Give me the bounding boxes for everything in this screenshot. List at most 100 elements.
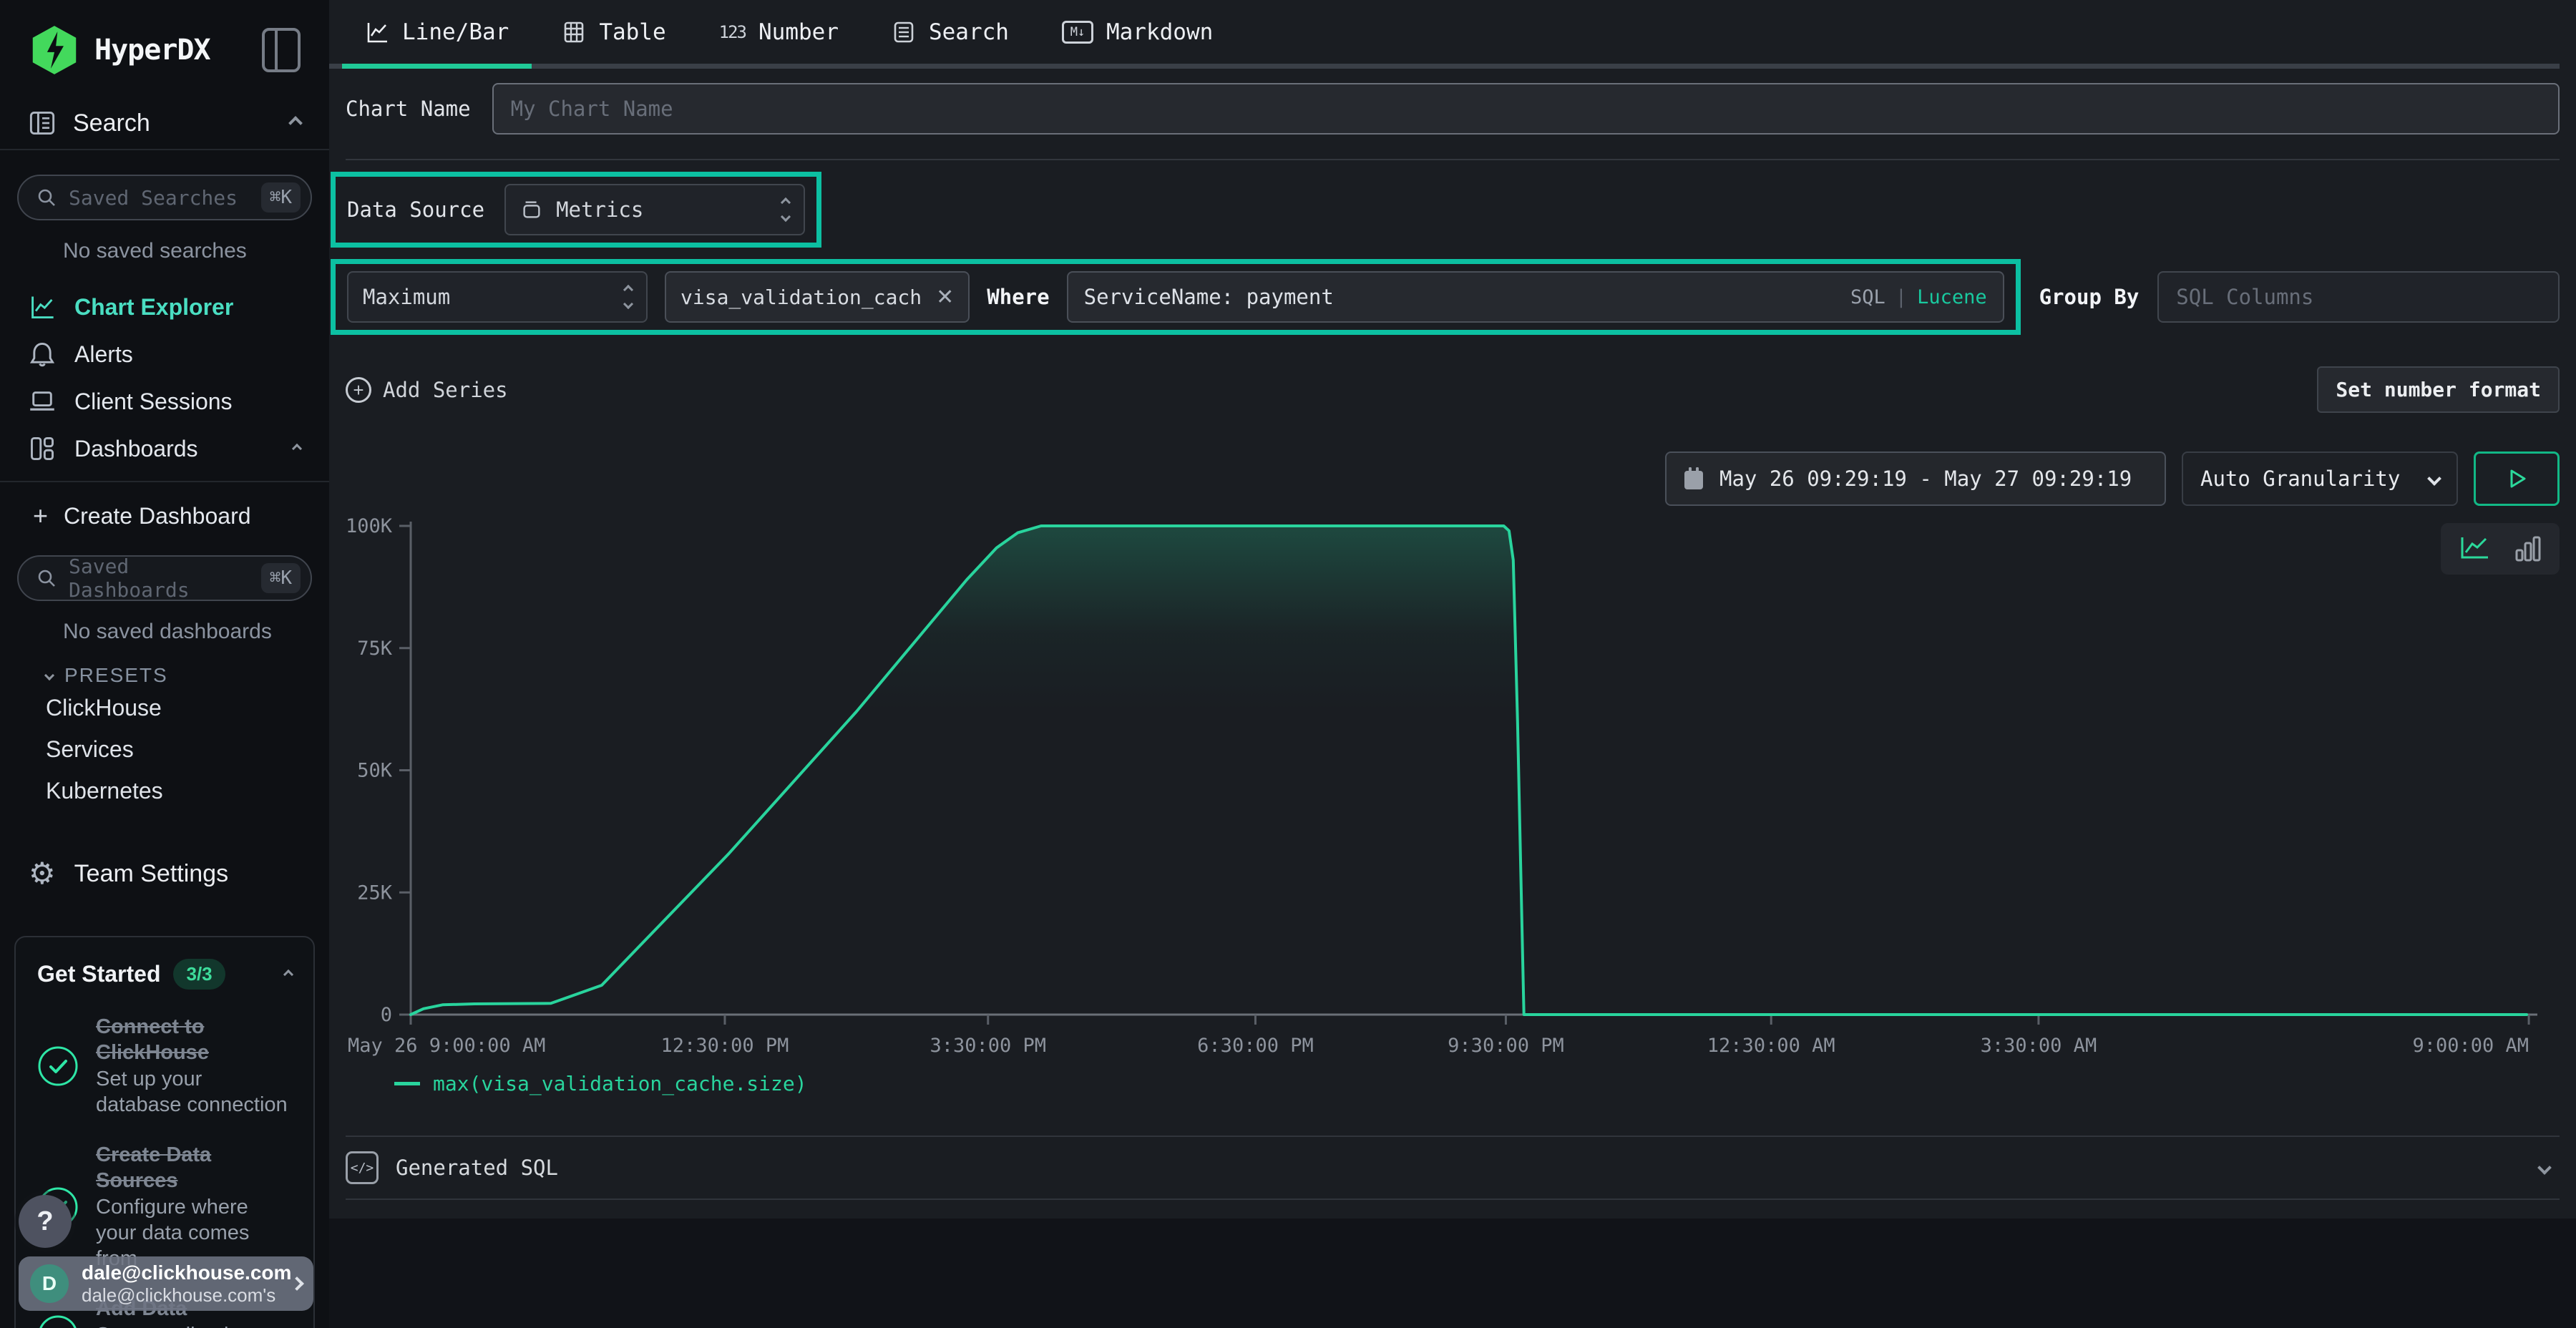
team-settings-button[interactable]: ⚙ Team Settings xyxy=(0,850,329,897)
search-section-icon xyxy=(29,109,56,137)
sidebar-collapse-icon[interactable] xyxy=(262,28,301,72)
where-filter-input[interactable]: ServiceName: payment SQL | Lucene xyxy=(1067,271,2004,323)
main-area: Line/Bar Table 123 Number xyxy=(329,0,2576,1328)
tab-line-bar[interactable]: Line/Bar xyxy=(342,0,532,64)
search-icon xyxy=(36,567,57,589)
check-circle-icon xyxy=(37,1314,79,1328)
svg-text:May 26 9:00:00 AM: May 26 9:00:00 AM xyxy=(348,1035,545,1057)
run-query-button[interactable] xyxy=(2474,451,2560,506)
preset-item-services[interactable]: Services xyxy=(0,728,329,770)
saved-dashboards-input[interactable]: Saved Dashboards ⌘K xyxy=(17,555,312,601)
search-section-label: Search xyxy=(73,109,273,137)
chevron-down-icon xyxy=(44,670,54,680)
chart-legend: max(visa_validation_cache.size) xyxy=(346,1072,2560,1095)
data-source-select[interactable]: Metrics xyxy=(504,184,805,235)
chevron-right-icon xyxy=(290,1276,304,1291)
metric-field-name: visa_validation_cach xyxy=(680,285,922,309)
search-icon xyxy=(36,187,57,208)
sidebar-item-alerts[interactable]: Alerts xyxy=(0,331,329,378)
data-source-value: Metrics xyxy=(556,197,769,222)
add-series-button[interactable]: + Add Series xyxy=(346,377,508,403)
sidebar-section-search[interactable]: Search xyxy=(0,97,329,150)
saved-searches-input[interactable]: Saved Searches ⌘K xyxy=(17,175,312,220)
nav-label: Alerts xyxy=(74,341,133,368)
granularity-select[interactable]: Auto Granularity xyxy=(2182,451,2458,506)
hyperdx-logo-icon xyxy=(29,24,80,76)
no-saved-searches-note: No saved searches xyxy=(63,239,329,263)
get-started-item[interactable]: Create Data Sources Configure where your… xyxy=(37,1142,292,1271)
help-button[interactable]: ? xyxy=(19,1195,72,1248)
chart-explorer-icon xyxy=(29,293,56,321)
code-icon: </> xyxy=(346,1151,379,1184)
tab-markdown[interactable]: M↓ Markdown xyxy=(1039,0,1236,64)
user-menu[interactable]: D dale@clickhouse.com dale@clickhouse.co… xyxy=(19,1256,313,1311)
generated-sql-accordion[interactable]: </> Generated SQL xyxy=(346,1136,2560,1200)
chevron-down-icon xyxy=(2427,472,2441,486)
gear-icon: ⚙ xyxy=(29,859,56,889)
dashboards-icon xyxy=(29,435,56,462)
tab-search[interactable]: Search xyxy=(869,0,1032,64)
tab-number[interactable]: 123 Number xyxy=(696,0,862,64)
app-title: HyperDX xyxy=(94,34,262,67)
metric-field-tag[interactable]: visa_validation_cach ✕ xyxy=(665,271,970,323)
preset-item-clickhouse[interactable]: ClickHouse xyxy=(0,687,329,728)
play-icon xyxy=(2504,467,2529,491)
saved-dashboards-placeholder: Saved Dashboards xyxy=(69,555,261,602)
chart-name-input[interactable] xyxy=(492,83,2560,135)
group-by-input[interactable] xyxy=(2157,271,2560,323)
get-started-item-title: Create Data Sources xyxy=(96,1142,292,1194)
line-chart-icon xyxy=(365,20,389,44)
presets-toggle[interactable]: PRESETS xyxy=(46,664,329,687)
chart-type-tabs: Line/Bar Table 123 Number xyxy=(329,0,2560,69)
data-source-highlight-box: Data Source Metrics xyxy=(331,172,821,248)
chevron-up-icon[interactable] xyxy=(292,444,302,454)
legend-label: max(visa_validation_cache.size) xyxy=(433,1072,807,1095)
get-started-item[interactable]: Connect to ClickHouse Set up your databa… xyxy=(37,1014,292,1118)
main-panel: Line/Bar Table 123 Number xyxy=(329,0,2576,1219)
chart-svg[interactable]: 025K50K75K100KMay 26 9:00:00 AM12:30:00 … xyxy=(346,514,2560,1067)
svg-text:25K: 25K xyxy=(357,882,393,904)
presets-label: PRESETS xyxy=(64,664,168,687)
lucene-toggle-button[interactable]: Lucene xyxy=(1917,286,1987,308)
bell-icon xyxy=(29,341,56,368)
tab-table[interactable]: Table xyxy=(539,0,688,64)
set-number-format-button[interactable]: Set number format xyxy=(2317,366,2560,413)
nav-label: Dashboards xyxy=(74,436,198,462)
chevron-up-icon[interactable] xyxy=(288,116,303,130)
nav-label: Chart Explorer xyxy=(74,294,233,321)
get-started-title: Get Started xyxy=(37,961,160,987)
series-highlight-box: Maximum visa_validation_cach ✕ Where Ser… xyxy=(331,259,2021,335)
toggle-separator: | xyxy=(1896,286,1907,308)
bar-style-icon[interactable] xyxy=(2512,533,2544,565)
svg-text:12:30:00 PM: 12:30:00 PM xyxy=(661,1035,789,1057)
close-icon[interactable]: ✕ xyxy=(936,285,954,310)
shortcut-badge: ⌘K xyxy=(261,182,301,213)
sidebar-item-chart-explorer[interactable]: Chart Explorer xyxy=(0,283,329,331)
line-style-icon[interactable] xyxy=(2457,533,2491,565)
check-circle-icon xyxy=(37,1045,79,1087)
generated-sql-label: Generated SQL xyxy=(396,1156,558,1180)
sidebar-item-dashboards[interactable]: Dashboards xyxy=(0,425,329,472)
chart-style-toggle xyxy=(2441,523,2560,575)
saved-searches-placeholder: Saved Searches xyxy=(69,186,261,210)
create-dashboard-label: Create Dashboard xyxy=(64,503,250,529)
chevron-up-down-icon xyxy=(625,286,632,308)
sidebar-item-client-sessions[interactable]: Client Sessions xyxy=(0,378,329,425)
svg-text:9:00:00 AM: 9:00:00 AM xyxy=(2413,1035,2529,1057)
calendar-icon xyxy=(1682,467,1705,491)
markdown-icon: M↓ xyxy=(1062,21,1093,44)
chevron-up-icon[interactable] xyxy=(283,969,293,979)
svg-text:9:30:00 PM: 9:30:00 PM xyxy=(1448,1035,1564,1057)
create-dashboard-button[interactable]: + Create Dashboard xyxy=(0,492,329,540)
granularity-value: Auto Granularity xyxy=(2200,467,2429,491)
get-started-item-title: Connect to ClickHouse xyxy=(96,1014,292,1066)
preset-item-kubernetes[interactable]: Kubernetes xyxy=(0,770,329,811)
avatar: D xyxy=(30,1264,69,1303)
svg-text:50K: 50K xyxy=(357,760,393,782)
chart-container: 025K50K75K100KMay 26 9:00:00 AM12:30:00 … xyxy=(346,514,2560,1095)
sql-toggle-button[interactable]: SQL xyxy=(1850,286,1885,308)
aggregation-select[interactable]: Maximum xyxy=(347,271,648,323)
date-range-input[interactable]: May 26 09:29:19 - May 27 09:29:19 xyxy=(1665,451,2166,506)
svg-text:3:30:00 AM: 3:30:00 AM xyxy=(1981,1035,2097,1057)
query-language-toggle: SQL | Lucene xyxy=(1850,286,1987,308)
